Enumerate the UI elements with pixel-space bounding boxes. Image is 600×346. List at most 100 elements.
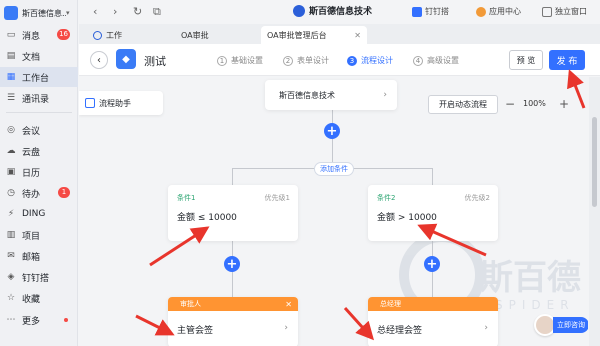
sidebar-item-project[interactable]: ▥ 项目 — [0, 225, 78, 245]
doc-icon: ▤ — [6, 51, 16, 61]
condition-card-1[interactable]: 条件1 优先级1 金额 ≤ 10000 — [168, 185, 298, 241]
vertical-scrollbar[interactable] — [589, 77, 600, 346]
sidebar-item-label: 邮箱 — [22, 252, 41, 263]
sidebar-item-contacts[interactable]: ☰ 通讯录 — [0, 88, 78, 108]
add-node-button[interactable]: + — [324, 123, 340, 139]
assistant-label: 流程助手 — [99, 98, 131, 108]
tab-label: OA审批 — [181, 30, 209, 40]
build-icon: ◈ — [7, 272, 15, 282]
condition-card-2[interactable]: 条件2 优先级2 金额 > 10000 — [368, 185, 498, 241]
sidebar-item-favorites[interactable]: ☆ 收藏 — [0, 288, 78, 308]
cloud-icon: ☁ — [6, 146, 16, 156]
project-icon: ▥ — [6, 230, 16, 240]
scroll-thumb[interactable] — [592, 117, 597, 207]
sidebar-item-label: DING — [22, 209, 46, 219]
dynamic-flow-button[interactable]: 开启动态流程 — [428, 95, 498, 114]
forward-arrow-icon[interactable]: › — [113, 5, 117, 18]
app-center-link[interactable]: 应用中心 — [476, 6, 521, 17]
tab-oa-admin[interactable]: OA审批管理后台 ✕ — [261, 26, 367, 44]
sidebar-item-todo[interactable]: ◷ 待办 1 — [0, 183, 78, 203]
sidebar-item-docs[interactable]: ▤ 文档 — [0, 46, 78, 66]
close-icon[interactable]: ✕ — [354, 31, 361, 40]
initiator-label: 斯百德信息技术 — [279, 90, 335, 100]
chevron-left-icon: ‹ — [97, 54, 101, 66]
consult-widget[interactable]: 立即咨询 — [534, 314, 588, 336]
sidebar-item-label: 待办 — [22, 189, 41, 200]
todo-icon: ◷ — [7, 188, 15, 198]
chevron-right-icon: › — [383, 90, 387, 100]
sidebar-item-label: 文档 — [22, 52, 41, 63]
meeting-icon: ◎ — [7, 125, 15, 135]
calendar-icon: ▣ — [6, 167, 16, 177]
standalone-window-link[interactable]: 独立窗口 — [542, 6, 587, 17]
sidebar-divider — [6, 112, 72, 113]
dingda-link[interactable]: 钉钉搭 — [412, 6, 449, 17]
add-node-button[interactable]: + — [224, 256, 240, 272]
zoom-level: 100% — [523, 99, 546, 108]
org-logo — [4, 6, 18, 20]
sidebar-item-messages[interactable]: ▭ 消息 16 — [0, 25, 78, 45]
sidebar-item-mail[interactable]: ✉ 邮箱 — [0, 246, 78, 266]
brand: 斯百德信息技术 — [293, 4, 372, 17]
initiator-node[interactable]: 斯百德信息技术 › — [265, 80, 397, 110]
dingda-icon — [412, 6, 422, 17]
tab-label: 工作 — [106, 30, 122, 40]
tab-label: OA审批管理后台 — [267, 30, 327, 40]
sidebar-item-label: 更多 — [22, 316, 41, 327]
org-name: 斯百德信息... — [22, 8, 66, 18]
zoom-in-button[interactable]: + — [557, 97, 571, 111]
step-number: 2 — [283, 55, 293, 66]
sidebar-item-cloud[interactable]: ☁ 云盘 — [0, 141, 78, 161]
publish-button[interactable]: 发 布 — [549, 50, 585, 70]
back-arrow-icon[interactable]: ‹ — [93, 5, 97, 18]
sidebar-item-label: 工作台 — [22, 73, 50, 84]
step-label: 基础设置 — [231, 56, 263, 65]
preview-button[interactable]: 预 览 — [509, 50, 543, 70]
approver-card-2[interactable]: 总经理 总经理会签 › — [368, 297, 498, 346]
sidebar-item-calendar[interactable]: ▣ 日历 — [0, 162, 78, 182]
step-basic-settings[interactable]: 1 基础设置 — [217, 55, 263, 66]
tab-bar: 工作 OA审批 OA审批管理后台 ✕ — [79, 24, 600, 44]
brand-name: 斯百德信息技术 — [309, 7, 373, 17]
chat-icon: ▭ — [6, 30, 16, 40]
sidebar-item-workbench[interactable]: ▦ 工作台 — [0, 67, 78, 87]
step-flow-design[interactable]: 3 流程设计 — [347, 55, 393, 66]
approver-value: 主管会签 — [177, 326, 214, 336]
org-switcher[interactable]: 斯百德信息... ▾ — [4, 5, 76, 21]
step-advanced-settings[interactable]: 4 高级设置 — [413, 55, 459, 66]
add-condition-button[interactable]: 添加条件 — [314, 162, 354, 176]
approver-value: 总经理会签 — [377, 326, 423, 336]
mail-icon: ✉ — [7, 251, 15, 261]
zoom-out-button[interactable]: − — [503, 97, 517, 111]
unread-badge: 16 — [57, 29, 70, 40]
watermark-subtext: SPIDER — [495, 298, 575, 312]
sidebar-item-more[interactable]: ⋯ 更多 — [0, 310, 78, 330]
flow-assistant-button[interactable]: 流程助手 — [79, 91, 163, 115]
designer-header: ‹ ◆ 测试 1 基础设置 2 表单设计 3 流程设计 4 高级设置 预 览 发… — [79, 44, 600, 76]
grid-icon: ▦ — [6, 72, 16, 82]
connector-line — [432, 168, 433, 186]
step-label: 流程设计 — [361, 56, 393, 65]
ding-icon: ⚡ — [7, 209, 15, 219]
approver-header: 总经理 — [368, 297, 498, 311]
sidebar-item-label: 云盘 — [22, 147, 41, 158]
back-button[interactable]: ‹ — [90, 51, 108, 69]
approver-card-1[interactable]: 审批人 ✕ 主管会签 › — [168, 297, 298, 346]
step-form-design[interactable]: 2 表单设计 — [283, 55, 329, 66]
open-external-icon[interactable]: ⧉ — [153, 5, 161, 19]
contacts-icon: ☰ — [6, 93, 16, 103]
tab-oa-approval[interactable]: OA审批 — [175, 26, 259, 44]
sidebar-item-label: 钉钉搭 — [22, 273, 50, 284]
more-icon: ⋯ — [6, 315, 16, 325]
sidebar-item-label: 通讯录 — [22, 94, 50, 105]
sidebar-item-build[interactable]: ◈ 钉钉搭 — [0, 267, 78, 287]
sidebar-item-ding[interactable]: ⚡ DING — [0, 204, 78, 224]
add-node-button[interactable]: + — [424, 256, 440, 272]
connector-line — [232, 168, 233, 186]
sidebar-item-meeting[interactable]: ◎ 会议 — [0, 120, 78, 140]
approver-role: 审批人 — [180, 300, 201, 308]
consult-label: 立即咨询 — [553, 317, 588, 333]
close-icon[interactable]: ✕ — [285, 300, 292, 309]
tab-work[interactable]: 工作 — [87, 26, 169, 44]
refresh-icon[interactable]: ↻ — [133, 5, 142, 18]
